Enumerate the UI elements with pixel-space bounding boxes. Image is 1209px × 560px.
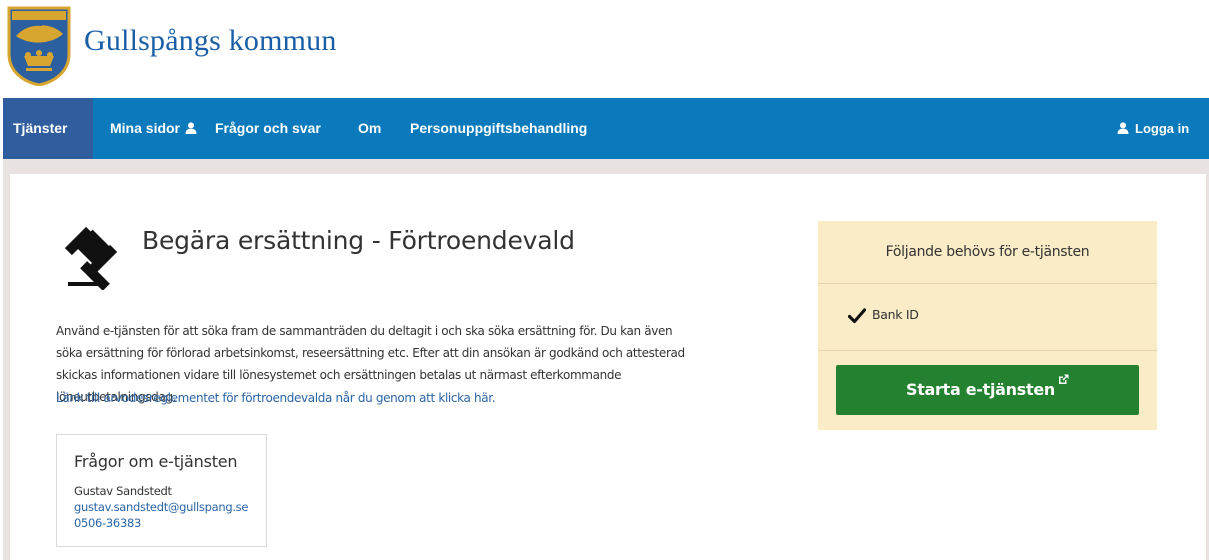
nav-item-label: Tjänster <box>13 120 68 136</box>
main-navbar: Tjänster Mina sidor Frågor och svar Om P… <box>3 98 1209 159</box>
municipal-coat-of-arms-logo[interactable] <box>6 6 72 86</box>
content-top-band <box>3 159 1209 174</box>
start-button-label: Starta e-tjänsten <box>905 380 1055 399</box>
requirement-label: Bank ID <box>872 307 919 322</box>
nav-item-personuppgiftsbehandling[interactable]: Personuppgiftsbehandling <box>410 98 587 159</box>
contact-email-link[interactable]: gustav.sandstedt@gullspang.se <box>74 500 248 514</box>
contact-box: Frågor om e-tjänsten Gustav Sandstedt gu… <box>56 434 267 547</box>
user-icon <box>185 122 197 134</box>
nav-item-tjanster[interactable]: Tjänster <box>3 98 93 159</box>
contact-title: Frågor om e-tjänsten <box>74 452 238 471</box>
nav-item-label: Mina sidor <box>110 120 181 136</box>
contact-name: Gustav Sandstedt <box>74 484 172 498</box>
requirements-box: Följande behövs för e-tjänsten Bank ID S… <box>818 221 1157 430</box>
nav-item-om[interactable]: Om <box>358 98 381 159</box>
requirements-heading: Följande behövs för e-tjänsten <box>818 221 1157 284</box>
nav-item-fragor-och-svar[interactable]: Frågor och svar <box>215 98 321 159</box>
nav-item-label: Personuppgiftsbehandling <box>410 120 588 136</box>
login-label: Logga in <box>1135 121 1190 136</box>
requirement-item: Bank ID <box>818 284 1157 351</box>
checkmark-icon <box>848 308 866 324</box>
contact-phone-link[interactable]: 0506-36383 <box>74 516 141 530</box>
nav-item-label: Frågor och svar <box>215 120 321 136</box>
nav-item-mina-sidor[interactable]: Mina sidor <box>110 98 197 159</box>
user-icon <box>1117 122 1129 135</box>
nav-item-label: Om <box>358 120 382 136</box>
external-link-icon <box>1059 374 1069 384</box>
arvodesreglemente-link[interactable]: Länk till arvodesreglementet för förtroe… <box>56 391 496 405</box>
site-header: Gullspångs kommun <box>0 0 1209 98</box>
login-link[interactable]: Logga in <box>1117 98 1189 159</box>
site-name[interactable]: Gullspångs kommun <box>84 24 337 58</box>
gavel-icon <box>64 226 118 290</box>
start-e-service-button[interactable]: Starta e-tjänsten <box>836 365 1139 415</box>
page-title: Begära ersättning - Förtroendevald <box>142 226 575 255</box>
